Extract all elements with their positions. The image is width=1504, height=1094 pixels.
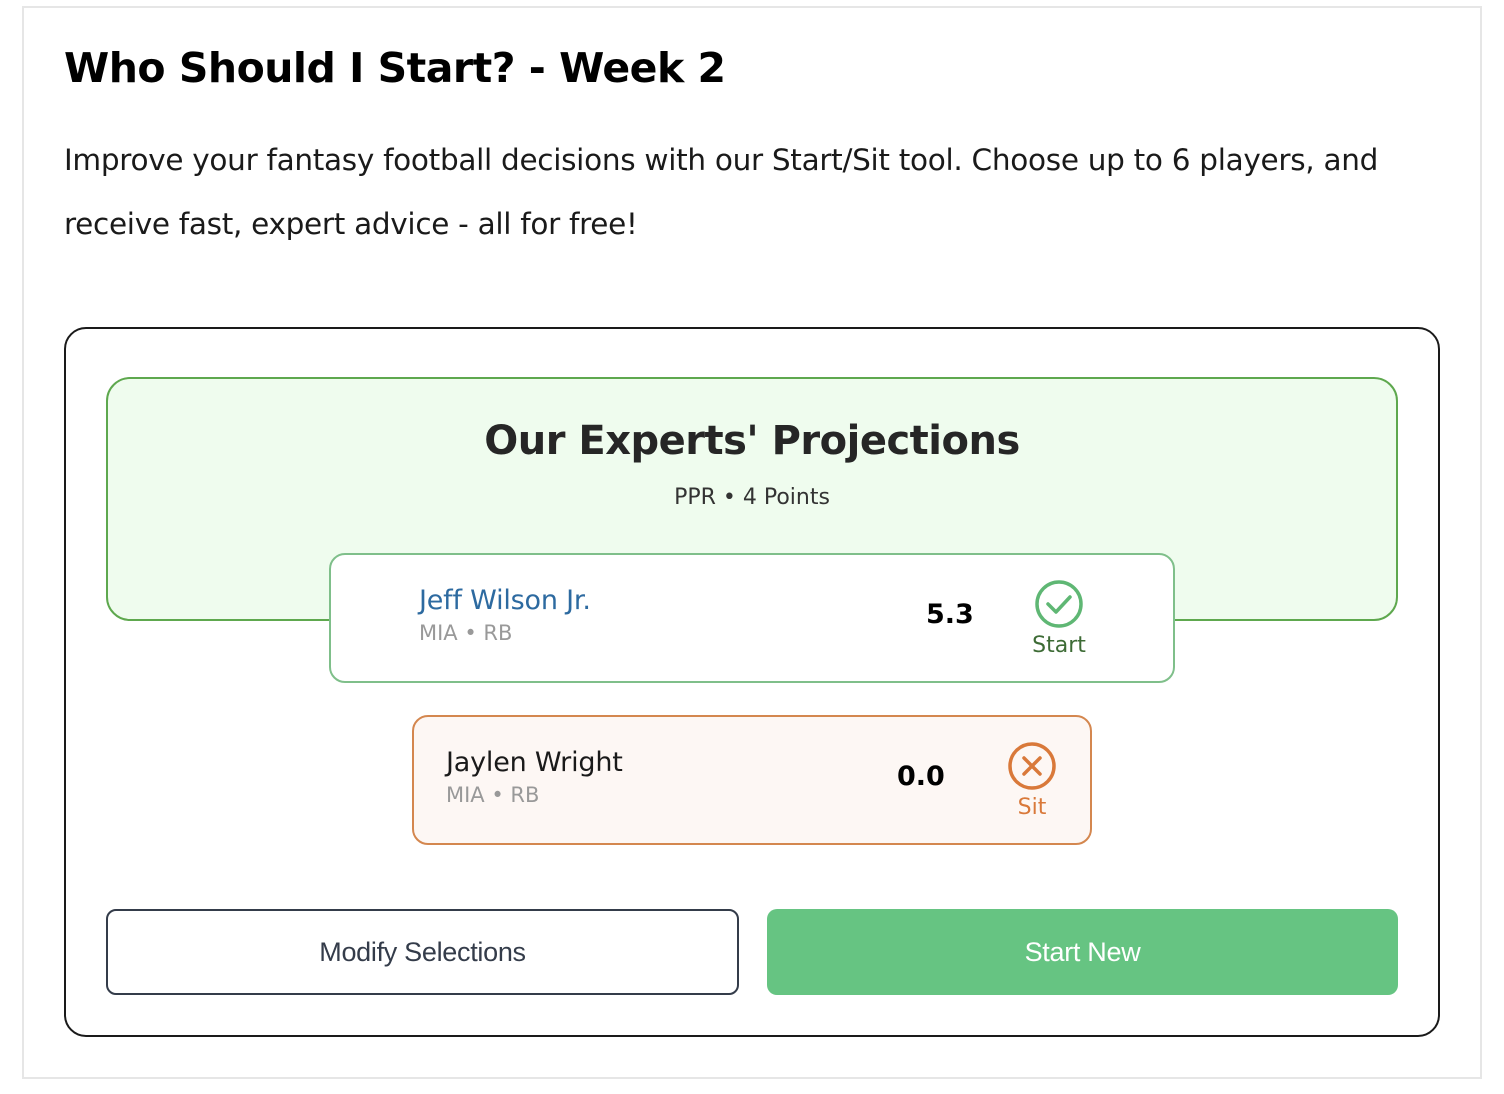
check-circle-icon [1035, 580, 1083, 628]
projected-points: 5.3 [926, 599, 974, 630]
player-team-position: MIA • RB [446, 783, 540, 807]
verdict-label: Sit [1017, 795, 1047, 820]
player-card-sit: Jaylen Wright MIA • RB 0.0 Sit [412, 715, 1092, 845]
modify-selections-button[interactable]: Modify Selections [106, 909, 739, 995]
projections-title: Our Experts' Projections [484, 418, 1020, 464]
intro-text: Improve your fantasy football decisions … [64, 143, 1379, 241]
verdict-label: Start [1032, 633, 1086, 658]
player-card-start: Jeff Wilson Jr. MIA • RB 5.3 Start [329, 553, 1175, 683]
projected-points: 0.0 [897, 761, 945, 792]
verdict-start: Start [1019, 579, 1099, 658]
x-circle-icon [1008, 742, 1056, 790]
player-team-position: MIA • RB [419, 621, 513, 645]
player-name: Jaylen Wright [446, 747, 623, 778]
verdict-sit: Sit [992, 741, 1072, 820]
start-new-button[interactable]: Start New [767, 909, 1398, 995]
page-title: Who Should I Start? - Week 2 [64, 44, 726, 92]
player-name-link[interactable]: Jeff Wilson Jr. [419, 585, 591, 616]
scoring-format: PPR • 4 Points [674, 485, 830, 510]
